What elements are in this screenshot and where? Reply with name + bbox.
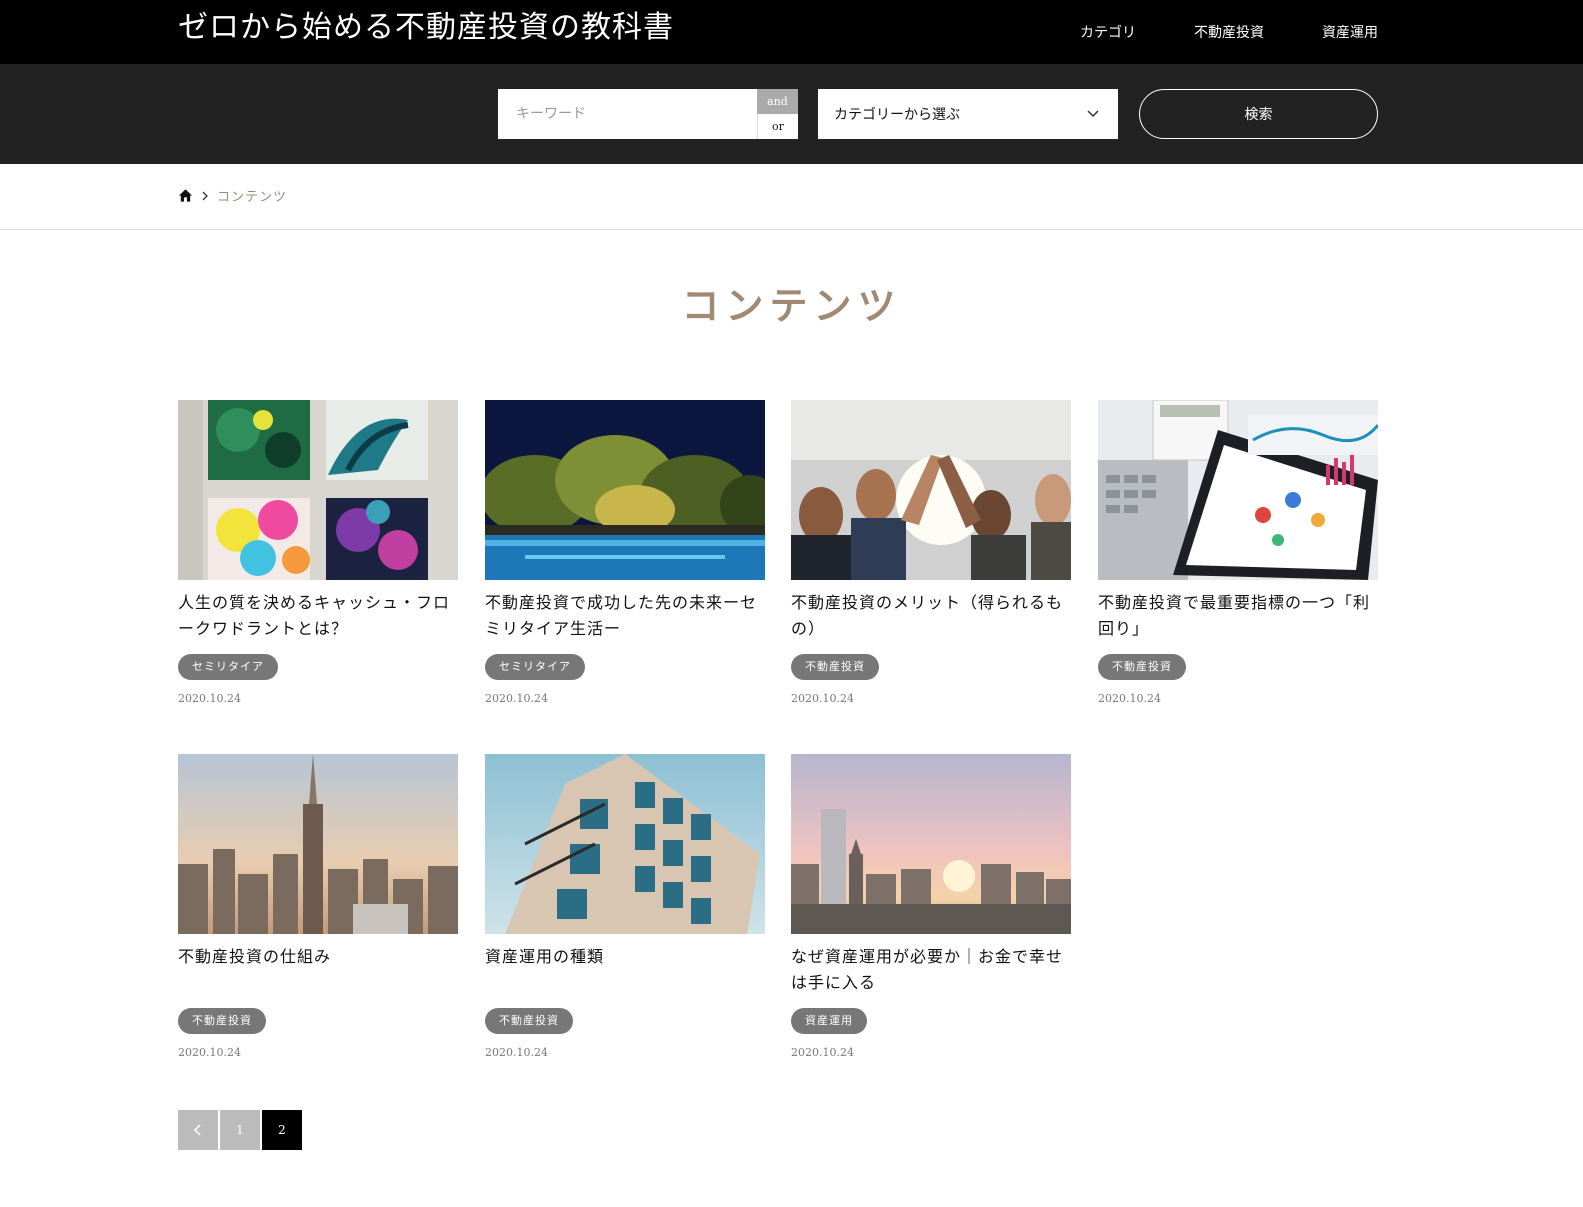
post-category-tag[interactable]: 不動産投資 <box>791 654 879 680</box>
post-category-tag[interactable]: 不動産投資 <box>1098 654 1186 680</box>
category-select[interactable]: カテゴリーから選ぶ <box>818 89 1118 139</box>
post-category-tag[interactable]: 不動産投資 <box>178 1008 266 1034</box>
post-category-tag[interactable]: 資産運用 <box>791 1008 867 1034</box>
post-card: 不動産投資のメリット（得られるもの） 不動産投資 2020.10.24 <box>791 400 1071 705</box>
post-thumbnail-team-high-five[interactable] <box>791 400 1071 580</box>
post-card: 不動産投資で成功した先の未来ーセミリタイア生活ー セミリタイア 2020.10.… <box>485 400 765 705</box>
nav-item-asset-management[interactable]: 資産運用 <box>1322 22 1378 42</box>
post-thumbnail-apartment-building[interactable] <box>485 754 765 934</box>
search-button[interactable]: 検索 <box>1139 89 1378 139</box>
post-thumbnail-abstract-paintings[interactable] <box>178 400 458 580</box>
post-category-tag[interactable]: 不動産投資 <box>485 1008 573 1034</box>
page-title: コンテンツ <box>681 283 902 328</box>
post-title[interactable]: 人生の質を決めるキャッシュ・フロークワドラントとは？ <box>178 590 458 642</box>
and-option[interactable]: and <box>757 89 798 114</box>
post-title[interactable]: 不動産投資のメリット（得られるもの） <box>791 590 1071 642</box>
post-card: なぜ資産運用が必要か｜お金で幸せは手に入る 資産運用 2020.10.24 <box>791 754 1071 1059</box>
post-card: 人生の質を決めるキャッシュ・フロークワドラントとは？ セミリタイア 2020.1… <box>178 400 458 705</box>
post-date: 2020.10.24 <box>1098 692 1161 705</box>
nav-item-category[interactable]: カテゴリ <box>1080 22 1136 42</box>
pagination-prev-button[interactable] <box>178 1110 218 1150</box>
nav-item-real-estate[interactable]: 不動産投資 <box>1194 22 1264 42</box>
post-thumbnail-night-pool-resort[interactable] <box>485 400 765 580</box>
or-option[interactable]: or <box>757 114 798 139</box>
chevron-left-icon <box>193 1124 201 1136</box>
chevron-right-icon <box>202 191 208 200</box>
category-select-label: カテゴリーから選ぶ <box>834 107 960 123</box>
post-date: 2020.10.24 <box>178 692 241 705</box>
post-title[interactable]: なぜ資産運用が必要か｜お金で幸せは手に入る <box>791 944 1071 996</box>
chevron-down-icon <box>1087 110 1099 118</box>
post-title[interactable]: 不動産投資で最重要指標の一つ「利回り」 <box>1098 590 1378 642</box>
pagination: 1 2 <box>178 1110 302 1150</box>
pagination-page-2-current[interactable]: 2 <box>262 1110 302 1150</box>
post-title[interactable]: 不動産投資の仕組み <box>178 944 458 996</box>
breadcrumb-current: コンテンツ <box>217 190 288 205</box>
home-icon[interactable] <box>178 188 193 203</box>
keyword-input[interactable] <box>498 89 758 139</box>
search-bar: and or カテゴリーから選ぶ 検索 <box>0 64 1583 164</box>
breadcrumb: コンテンツ <box>0 164 1583 230</box>
post-thumbnail-sunset-city[interactable] <box>791 754 1071 934</box>
post-date: 2020.10.24 <box>485 1046 548 1059</box>
global-nav: カテゴリ 不動産投資 資産運用 <box>1080 0 1378 64</box>
post-thumbnail-tablet-charts[interactable] <box>1098 400 1378 580</box>
post-card: 不動産投資の仕組み 不動産投資 2020.10.24 <box>178 754 458 1059</box>
post-title[interactable]: 不動産投資で成功した先の未来ーセミリタイア生活ー <box>485 590 765 642</box>
site-title[interactable]: ゼロから始める不動産投資の教科書 <box>178 8 674 48</box>
post-card: 資産運用の種類 不動産投資 2020.10.24 <box>485 754 765 1059</box>
and-or-toggle: and or <box>757 89 798 139</box>
post-date: 2020.10.24 <box>485 692 548 705</box>
post-category-tag[interactable]: セミリタイア <box>485 654 585 680</box>
post-title[interactable]: 資産運用の種類 <box>485 944 765 996</box>
post-card: 不動産投資で最重要指標の一つ「利回り」 不動産投資 2020.10.24 <box>1098 400 1378 705</box>
post-date: 2020.10.24 <box>178 1046 241 1059</box>
post-date: 2020.10.24 <box>791 1046 854 1059</box>
post-thumbnail-city-skyline[interactable] <box>178 754 458 934</box>
site-header: ゼロから始める不動産投資の教科書 カテゴリ 不動産投資 資産運用 <box>0 0 1583 64</box>
pagination-page-1[interactable]: 1 <box>220 1110 260 1150</box>
post-date: 2020.10.24 <box>791 692 854 705</box>
post-category-tag[interactable]: セミリタイア <box>178 654 278 680</box>
